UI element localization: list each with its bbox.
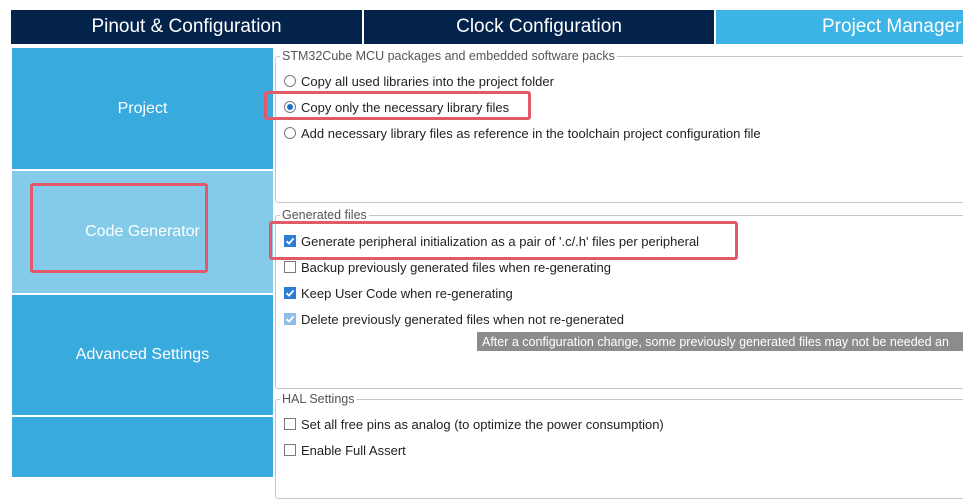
hal-settings-legend: HAL Settings <box>280 391 357 407</box>
radio-copy-all[interactable] <box>284 75 296 87</box>
sidebar-item-advanced-settings[interactable]: Advanced Settings <box>12 295 273 415</box>
checkbox-backup-generated-files[interactable] <box>284 261 296 273</box>
option-label: Enable Full Assert <box>301 442 406 458</box>
tab-project-manager[interactable]: Project Manager <box>716 10 963 44</box>
option-keep-user-code[interactable]: Keep User Code when re-generating <box>284 284 513 302</box>
top-strip <box>0 0 963 8</box>
highlight-generate-peripheral <box>269 221 738 260</box>
option-label: Set all free pins as analog (to optimize… <box>301 416 664 432</box>
option-label: Delete previously generated files when n… <box>301 311 625 327</box>
option-enable-full-assert[interactable]: Enable Full Assert <box>284 441 406 459</box>
hal-settings-group: HAL Settings Set all free pins as analog… <box>275 391 963 499</box>
checkbox-free-pins-analog[interactable] <box>284 418 296 430</box>
option-copy-all-libraries[interactable]: Copy all used libraries into the project… <box>284 72 554 90</box>
packages-group: STM32Cube MCU packages and embedded soft… <box>275 48 963 203</box>
check-icon <box>285 315 295 323</box>
option-add-as-reference[interactable]: Add necessary library files as reference… <box>284 124 761 142</box>
tooltip: After a configuration change, some previ… <box>477 332 963 351</box>
tab-pinout-configuration[interactable]: Pinout & Configuration <box>11 10 362 44</box>
sidebar-item-project[interactable]: Project <box>12 48 273 169</box>
highlight-copy-necessary <box>264 91 531 120</box>
check-icon <box>285 289 295 297</box>
checkbox-delete-previously-generated[interactable] <box>284 313 296 325</box>
packages-legend: STM32Cube MCU packages and embedded soft… <box>280 48 617 64</box>
checkbox-keep-user-code[interactable] <box>284 287 296 299</box>
checkbox-enable-full-assert[interactable] <box>284 444 296 456</box>
highlight-code-generator <box>30 183 208 273</box>
option-free-pins-analog[interactable]: Set all free pins as analog (to optimize… <box>284 415 664 433</box>
option-delete-previously-generated[interactable]: Delete previously generated files when n… <box>284 310 624 328</box>
option-backup-generated-files[interactable]: Backup previously generated files when r… <box>284 258 611 276</box>
sidebar-item-more[interactable] <box>12 417 273 477</box>
option-label: Add necessary library files as reference… <box>301 125 761 141</box>
option-label: Copy all used libraries into the project… <box>301 73 554 89</box>
radio-add-reference[interactable] <box>284 127 296 139</box>
option-label: Backup previously generated files when r… <box>301 259 612 275</box>
top-tab-bar: Pinout & Configuration Clock Configurati… <box>0 0 963 44</box>
option-label: Keep User Code when re-generating <box>301 285 513 301</box>
tab-clock-configuration[interactable]: Clock Configuration <box>364 10 714 44</box>
